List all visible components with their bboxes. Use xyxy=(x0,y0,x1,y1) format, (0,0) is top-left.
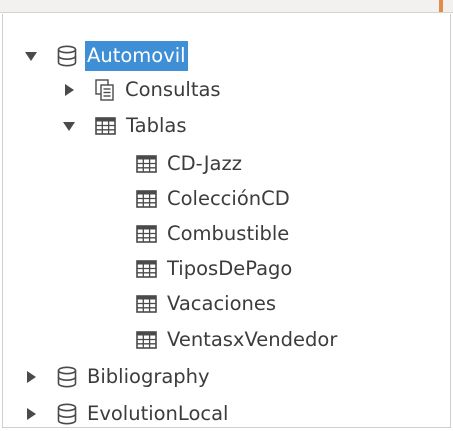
database-icon xyxy=(57,45,77,67)
tree-item-bibliography[interactable]: Bibliography xyxy=(23,360,212,394)
tree-item-evolutionlocal[interactable]: EvolutionLocal xyxy=(23,397,230,431)
tree-item-label: TiposDePago xyxy=(167,257,293,280)
tree-item-tablas[interactable]: Tablas xyxy=(61,109,189,143)
table-icon xyxy=(136,331,157,349)
tree-item-label: VentasxVendedor xyxy=(167,328,338,351)
tree-item-table[interactable]: Vacaciones xyxy=(136,287,278,321)
tree-item-label: Combustible xyxy=(167,222,290,245)
collapsed-arrow-icon[interactable] xyxy=(23,369,39,385)
database-icon xyxy=(57,403,77,425)
database-icon xyxy=(57,366,77,388)
tree-item-table[interactable]: TiposDePago xyxy=(136,252,294,286)
expanded-arrow-icon[interactable] xyxy=(61,118,77,134)
tree-item-label: EvolutionLocal xyxy=(87,402,229,425)
table-icon xyxy=(136,225,157,243)
data-source-tree: Automovil Consultas Tablas CD-Jazz Colec… xyxy=(2,14,451,428)
table-icon xyxy=(136,260,157,278)
table-icon xyxy=(136,295,157,313)
tree-item-automovil[interactable]: Automovil xyxy=(23,39,188,73)
tree-item-label: CD-Jazz xyxy=(167,152,242,175)
tree-item-label: ColecciónCD xyxy=(167,187,290,210)
tree-item-label: Automovil xyxy=(85,41,188,71)
collapsed-arrow-icon[interactable] xyxy=(61,82,77,98)
queries-icon xyxy=(95,79,115,101)
tree-item-label: Tablas xyxy=(126,114,187,137)
tree-item-table[interactable]: Combustible xyxy=(136,217,291,251)
tree-item-label: Consultas xyxy=(125,78,221,101)
tree-item-table[interactable]: CD-Jazz xyxy=(136,147,244,181)
tree-item-table[interactable]: VentasxVendedor xyxy=(136,323,339,357)
window-top-edge xyxy=(0,0,453,13)
tree-item-label: Bibliography xyxy=(87,365,210,388)
tree-item-consultas[interactable]: Consultas xyxy=(61,73,223,107)
tree-item-table[interactable]: ColecciónCD xyxy=(136,182,292,216)
collapsed-arrow-icon[interactable] xyxy=(23,406,39,422)
table-icon xyxy=(136,155,157,173)
top-accent-marker xyxy=(439,0,443,12)
tree-item-label: Vacaciones xyxy=(167,292,277,315)
table-icon xyxy=(95,117,116,135)
expanded-arrow-icon[interactable] xyxy=(23,48,39,64)
table-icon xyxy=(136,190,157,208)
